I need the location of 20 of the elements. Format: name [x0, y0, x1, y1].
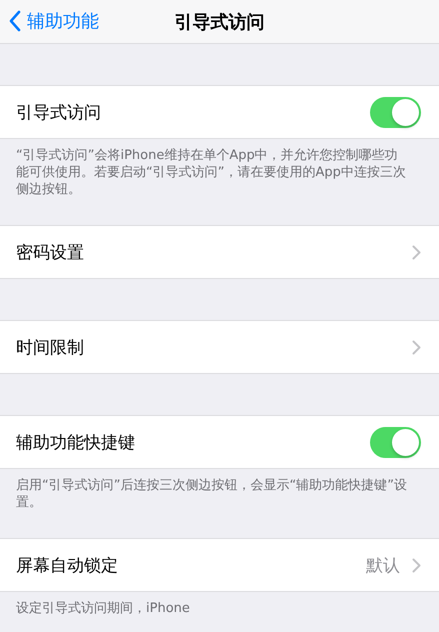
- setting-label: 时间限制: [16, 336, 85, 358]
- settings-row[interactable]: 时间限制: [0, 321, 439, 373]
- toggle-switch[interactable]: [370, 426, 421, 458]
- back-chevron-icon: [8, 10, 21, 32]
- setting-label: 引导式访问: [16, 102, 102, 124]
- setting-value: 默认: [366, 554, 400, 576]
- toggle-switch[interactable]: [370, 96, 421, 128]
- setting-label: 密码设置: [16, 242, 85, 264]
- back-button[interactable]: 辅助功能: [6, 7, 101, 35]
- settings-row[interactable]: 屏幕自动锁定 默认: [0, 539, 439, 591]
- chevron-icon: [412, 558, 421, 572]
- footer-note: 设定引导式访问期间，iPhone: [15, 600, 191, 618]
- setting-label: 屏幕自动锁定: [16, 554, 119, 576]
- settings-row[interactable]: 密码设置: [0, 226, 439, 278]
- footer-note: “引导式访问”会将iPhone维持在单个App中，并允许您控制哪些功能可供使用。若要启动“引导式访问”，请在要使用的App中连按三次侧边按钮。: [15, 147, 407, 199]
- setting-label: 辅助功能快捷键: [16, 432, 136, 454]
- chevron-icon: [412, 244, 421, 260]
- page-title: 引导式访问: [174, 10, 264, 34]
- chevron-icon: [412, 340, 421, 354]
- footer-note: 启用“引导式访问”后连按三次侧边按钮，会显示“辅助功能快捷键”设置。: [15, 477, 408, 512]
